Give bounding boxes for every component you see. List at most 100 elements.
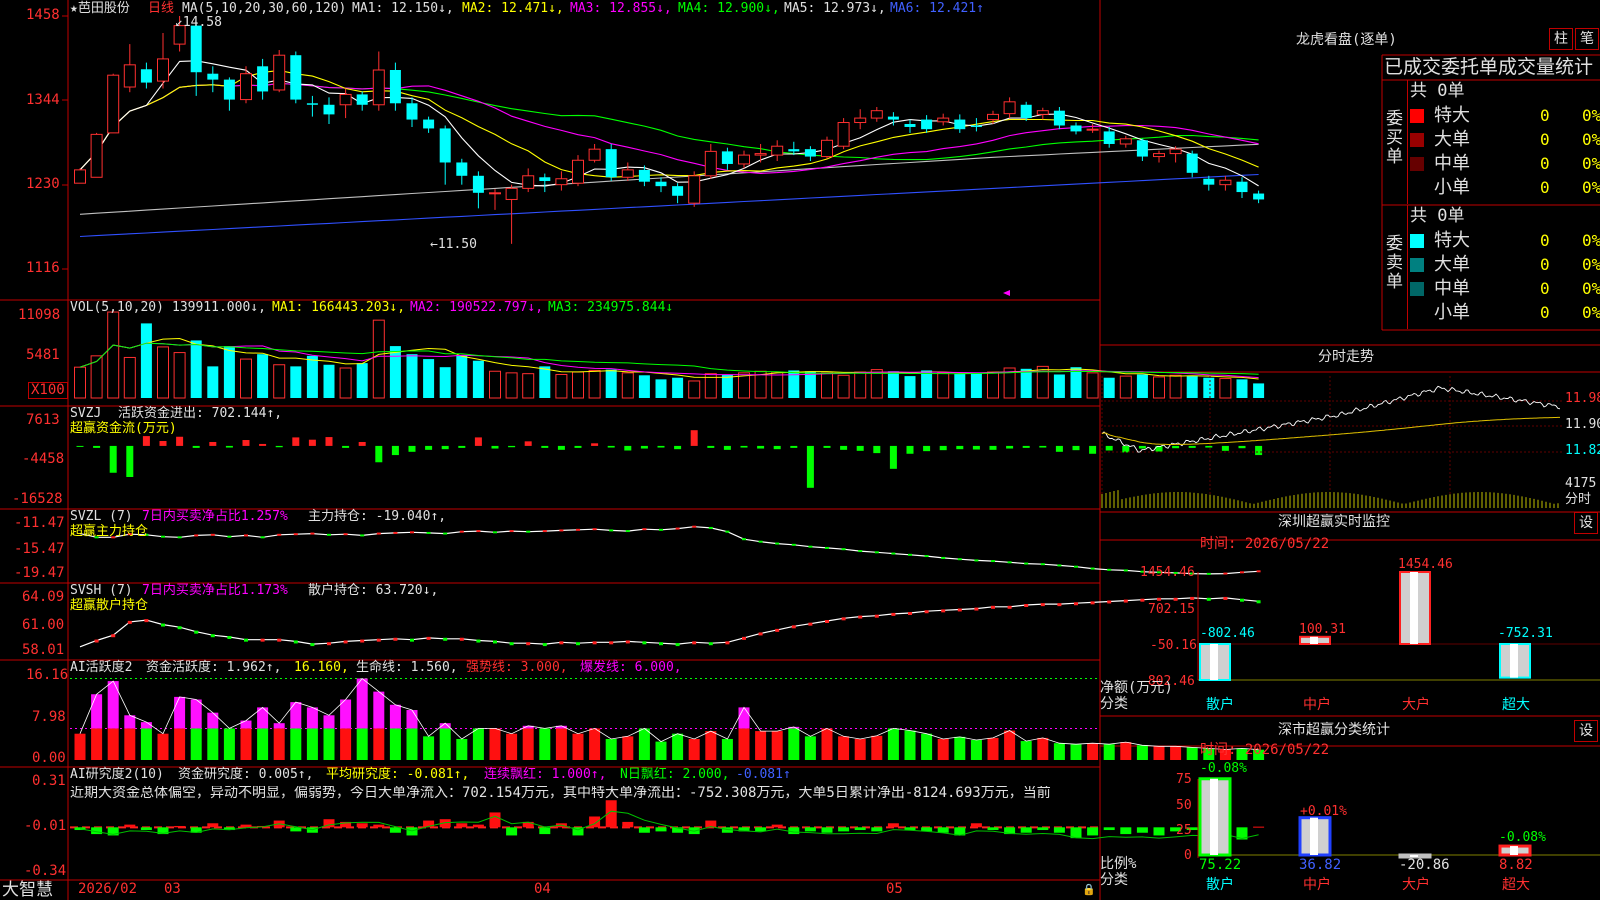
holding-dot (559, 529, 564, 532)
volume-bar (456, 355, 468, 398)
holding-dot (1007, 561, 1012, 564)
candle-body (257, 66, 269, 92)
ai-research-v4: N日飘红: 2.000, (620, 767, 730, 782)
class-bar-highlight (1510, 846, 1518, 855)
holding-dot (376, 638, 381, 642)
sz-class-settings-button[interactable]: 设 (1574, 720, 1598, 742)
flow-bar (1072, 445, 1080, 451)
flow-bar (889, 445, 897, 469)
volume-bar (771, 371, 784, 399)
order-row: 小单 0 0% (1410, 301, 1600, 325)
sz-monitor-settings-button[interactable]: 设 (1574, 512, 1598, 534)
candle-body (937, 117, 950, 123)
activity-bar (1170, 746, 1182, 760)
holding-dot (476, 639, 481, 643)
flow-bar (806, 445, 814, 488)
ai-active-v5: 爆发线: 6.000, (580, 660, 682, 675)
holding-dot (277, 533, 282, 536)
time-axis-label: 2026/02 (78, 881, 138, 897)
holding-dot (974, 607, 979, 611)
buy-rows: 特大 0 0% 大单 0 0% 中单 0 0% 小单 0 0% (1410, 104, 1600, 200)
vol-unit-button[interactable]: X100 (28, 382, 68, 399)
holding-dot (1107, 568, 1112, 571)
research-bar (356, 823, 368, 828)
order-pct: 0% (1582, 231, 1600, 250)
time-axis-label: 04 (534, 881, 551, 897)
order-count: 0 (1540, 231, 1550, 250)
holding-dot (509, 642, 514, 646)
volume-bar (157, 346, 169, 399)
holding-dot (592, 528, 597, 531)
lock-icon[interactable]: 🔒 (1082, 882, 1096, 897)
ai-active-v2: 16.160, (294, 660, 349, 675)
stock-name[interactable]: ★芭田股份 (70, 1, 130, 16)
ai-research-commentary: 近期大资金总体偏空，异动不明显，偏弱势，今日大单净流入：702.154万元，其中… (70, 786, 1051, 801)
volume-bar (123, 356, 136, 399)
activity-bar (389, 728, 401, 760)
research-bar (539, 827, 551, 835)
bar-mode-button[interactable]: 柱 (1549, 28, 1573, 50)
sz-class-change-label: -0.08% (1499, 830, 1546, 845)
holding-dot (1223, 596, 1228, 600)
candle-body (406, 103, 418, 120)
price-axis-label: 1344 (26, 92, 60, 108)
research-bar (1037, 827, 1049, 831)
flow-bar (1105, 445, 1113, 451)
volume-bar (140, 323, 152, 398)
volume-bar (240, 358, 252, 399)
research-bar (373, 824, 385, 828)
ai-research-v5: -0.081↑ (736, 767, 791, 782)
activity-bar (788, 728, 800, 760)
flow-bar (1006, 445, 1014, 449)
volume-bar (489, 370, 501, 399)
flow-bar (159, 441, 167, 446)
holding-dot (542, 530, 547, 533)
sz-class-change-label: -0.08% (1200, 761, 1247, 776)
sz-class-value-label: 75.22 (1199, 857, 1242, 873)
intraday-vol-label: 4175 (1565, 476, 1597, 491)
order-size-label: 小单 (1434, 302, 1470, 323)
holding-dot (1206, 597, 1211, 601)
activity-bar (904, 730, 916, 760)
svzl-title: SVZL (7) (70, 509, 133, 524)
activity-bar (589, 728, 601, 760)
vol-ma2: MA2: 190522.797↓, (410, 300, 544, 315)
volume-bar (572, 371, 584, 399)
ma5-value: MA5: 12.973↓, (784, 1, 886, 16)
volume-bar (1186, 376, 1198, 398)
candle-body (306, 103, 318, 105)
stroke-mode-button[interactable]: 笔 (1575, 28, 1599, 50)
candle-body (588, 148, 601, 161)
activity-bar-peak (373, 691, 385, 729)
candle-body (555, 178, 568, 186)
volume-bar (1053, 374, 1065, 398)
flow-bar (458, 445, 466, 448)
flow-bar (723, 445, 731, 450)
holding-dot (841, 548, 846, 551)
holding-dot (708, 526, 713, 529)
order-row: 中单 0 0% (1410, 277, 1600, 301)
order-count: 0 (1540, 130, 1550, 149)
sz-monitor-category: 中户 (1303, 697, 1331, 713)
candle-body (970, 125, 982, 127)
svzj-value: 活跃资金进出: 702.144↑, (118, 406, 283, 421)
ma1-line (79, 60, 1259, 187)
order-count: 0 (1540, 154, 1550, 173)
holding-dot (310, 643, 315, 647)
svzl-axis-label: -19.47 (14, 565, 65, 581)
flow-bar (1172, 445, 1180, 449)
holding-dot (858, 615, 863, 619)
period-label[interactable]: 日线 (148, 1, 174, 16)
order-count: 0 (1540, 303, 1550, 322)
intraday-title[interactable]: 分时走势 (1318, 350, 1374, 365)
holding-dot (260, 536, 265, 539)
order-size-label: 中单 (1434, 153, 1470, 174)
volume-bar (1253, 383, 1265, 398)
activity-bar (472, 728, 484, 760)
chart-canvas[interactable] (0, 0, 1600, 900)
sz-monitor-axis-label: 1454.46 (1140, 565, 1195, 580)
sz-monitor-title: 深圳超赢实时监控 (1278, 514, 1390, 530)
activity-bar (157, 733, 169, 760)
holding-dot (908, 553, 912, 556)
intraday-axis-label: 11.90 (1565, 417, 1600, 432)
